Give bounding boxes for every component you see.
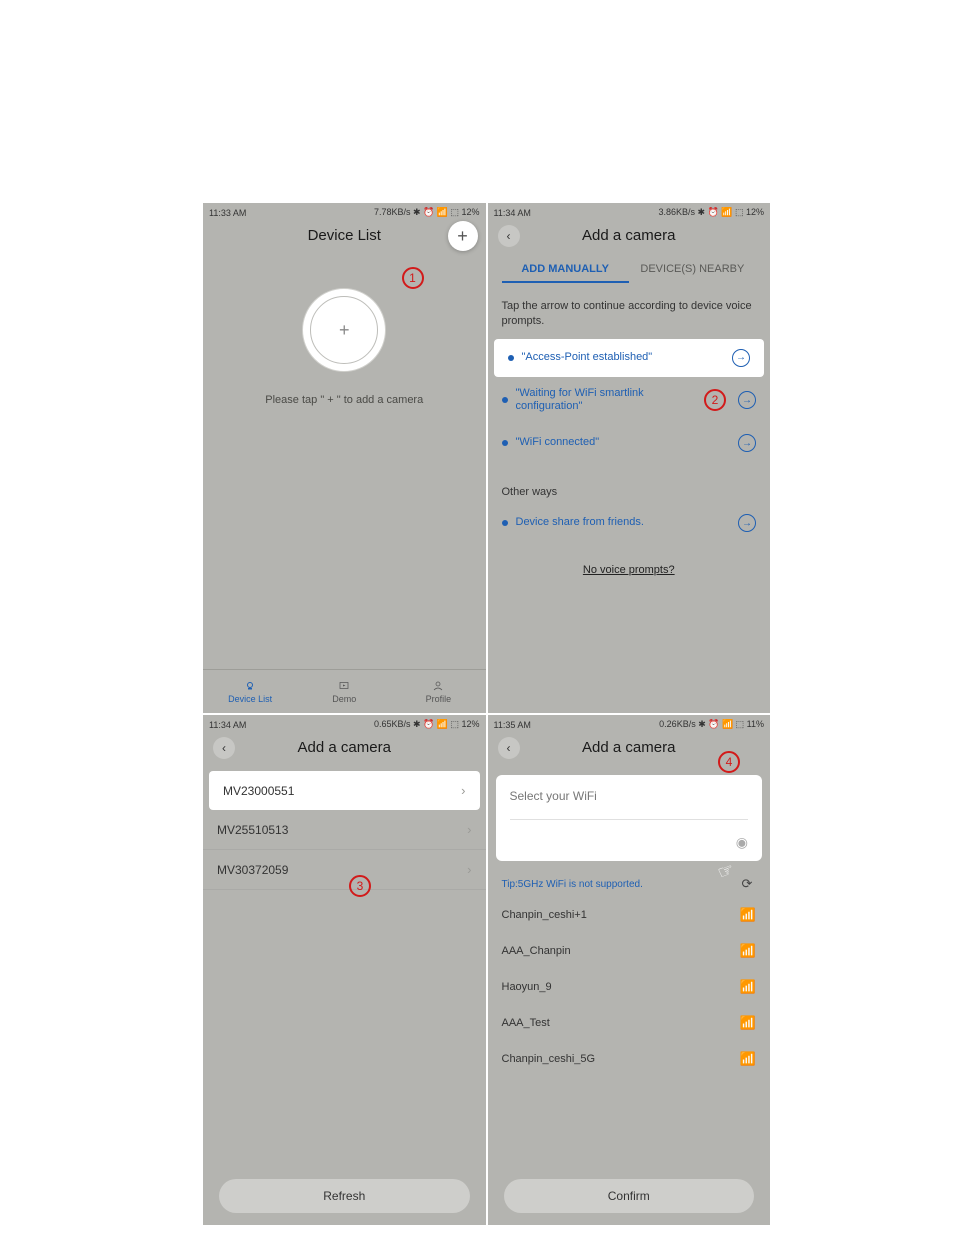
page-title: Add a camera [582,227,675,244]
page-title: Device List [308,227,381,244]
refresh-icon[interactable]: ⟳ [738,875,756,893]
device-row[interactable]: MV30372059 › [203,850,486,890]
wifi-ssid-input[interactable]: Select your WiFi [510,789,749,820]
instruction-text: Tap the arrow to continue according to d… [488,283,771,339]
wifi-network-row[interactable]: AAA_Test 📶 [488,1005,771,1041]
wifi-signal-icon: 📶 [740,907,756,923]
status-time: 11:33 AM [209,208,246,218]
panel-add-camera-options: 11:34 AM 3.86KB/s ✱ ⏰ 📶 ⬚ 12% ‹ Add a ca… [488,203,771,713]
profile-icon [431,680,445,692]
back-button[interactable]: ‹ [498,225,520,247]
bullet-icon [502,440,508,446]
wifi-network-row[interactable]: Chanpin_ceshi_5G 📶 [488,1041,771,1077]
hand-pointer-icon: ☞ [715,859,737,884]
nav-device-list[interactable]: Device List [203,670,297,713]
device-id: MV25510513 [217,823,288,837]
header: ‹ Add a camera [203,731,486,765]
no-voice-prompts-link[interactable]: No voice prompts? [488,564,771,576]
annotation-1: 1 [402,267,424,289]
status-right: 0.26KB/s ✱ ⏰ 📶 ⬚ 11% [659,719,764,730]
nav-profile[interactable]: Profile [391,670,485,713]
bullet-icon [508,355,514,361]
device-row[interactable]: MV25510513 › [203,810,486,850]
device-id: MV30372059 [217,863,288,877]
panel-device-select: 11:34 AM 0.65KB/s ✱ ⏰ 📶 ⬚ 12% ‹ Add a ca… [203,715,486,1225]
arrow-right-icon[interactable]: → [732,349,750,367]
tip-text: Tip:5GHz WiFi is not supported. [502,879,643,890]
annotation-3: 3 [349,875,371,897]
page-title: Add a camera [298,739,391,756]
option-smartlink[interactable]: "Waiting for WiFi smartlink configuratio… [488,377,771,425]
option-label: "WiFi connected" [516,436,731,450]
header: Device List + [203,219,486,253]
wifi-ssid: Chanpin_ceshi_5G [502,1053,596,1065]
arrow-right-icon[interactable]: → [738,434,756,452]
wifi-network-row[interactable]: Haoyun_9 📶 [488,969,771,1005]
panel-wifi-select: 11:35 AM 0.26KB/s ✱ ⏰ 📶 ⬚ 11% ‹ Add a ca… [488,715,771,1225]
wifi-signal-icon: 📶 [740,943,756,959]
wifi-network-row[interactable]: Chanpin_ceshi+1 📶 [488,897,771,933]
password-visibility-toggle[interactable]: ◉ [510,834,749,851]
other-ways-header: Other ways [488,472,771,504]
tab-bar: ADD MANUALLY DEVICE(S) NEARBY [488,257,771,283]
status-right: 0.65KB/s ✱ ⏰ 📶 ⬚ 12% [374,719,480,730]
bullet-icon [502,520,508,526]
annotation-2: 2 [704,389,726,411]
header: ‹ Add a camera [488,219,771,253]
arrow-right-icon[interactable]: → [738,514,756,532]
nav-demo[interactable]: Demo [297,670,391,713]
option-access-point[interactable]: "Access-Point established" → [494,339,765,377]
tab-devices-nearby[interactable]: DEVICE(S) NEARBY [629,257,756,283]
wifi-signal-icon: 📶 [740,1051,756,1067]
refresh-button[interactable]: Refresh [219,1179,470,1213]
add-device-button[interactable]: + [448,221,478,251]
wifi-input-card: Select your WiFi ◉ [496,775,763,861]
wifi-signal-icon: 📶 [740,979,756,995]
status-bar: 11:33 AM 7.78KB/s ✱ ⏰ 📶 ⬚ 12% [203,203,486,219]
camera-icon [243,680,257,692]
status-bar: 11:34 AM 3.86KB/s ✱ ⏰ 📶 ⬚ 12% [488,203,771,219]
tab-add-manually[interactable]: ADD MANUALLY [502,257,629,283]
wifi-signal-icon: 📶 [740,1015,756,1031]
play-icon [337,680,351,692]
bottom-nav: Device List Demo Profile [203,669,486,713]
option-label: "Access-Point established" [522,351,725,365]
empty-state-hint: Please tap " + " to add a camera [203,394,486,406]
plus-icon: + [310,296,378,364]
wifi-ssid: AAA_Chanpin [502,945,571,957]
page-title: Add a camera [582,739,675,756]
status-time: 11:34 AM [209,720,246,730]
confirm-button[interactable]: Confirm [504,1179,755,1213]
bullet-icon [502,397,508,403]
chevron-right-icon: › [461,783,465,798]
status-time: 11:34 AM [494,208,531,218]
arrow-right-icon[interactable]: → [738,391,756,409]
wifi-network-row[interactable]: AAA_Chanpin 📶 [488,933,771,969]
tip-row: Tip:5GHz WiFi is not supported. ☞ ⟳ [488,867,771,897]
option-device-share[interactable]: Device share from friends. → [488,504,771,542]
back-button[interactable]: ‹ [498,737,520,759]
option-label: Device share from friends. [516,516,731,530]
status-right: 7.78KB/s ✱ ⏰ 📶 ⬚ 12% [374,207,480,218]
status-bar: 11:35 AM 0.26KB/s ✱ ⏰ 📶 ⬚ 11% [488,715,771,731]
chevron-right-icon: › [467,862,471,877]
device-row[interactable]: MV23000551 › [209,771,480,810]
wifi-ssid: Chanpin_ceshi+1 [502,909,587,921]
eye-icon: ◉ [736,834,748,851]
option-label: "Waiting for WiFi smartlink configuratio… [516,387,697,415]
status-right: 3.86KB/s ✱ ⏰ 📶 ⬚ 12% [659,207,765,218]
back-button[interactable]: ‹ [213,737,235,759]
option-wifi-connected[interactable]: "WiFi connected" → [488,424,771,462]
wifi-ssid: Haoyun_9 [502,981,552,993]
wifi-ssid: AAA_Test [502,1017,550,1029]
status-bar: 11:34 AM 0.65KB/s ✱ ⏰ 📶 ⬚ 12% [203,715,486,731]
chevron-right-icon: › [467,822,471,837]
status-time: 11:35 AM [494,720,531,730]
empty-state-add-circle[interactable]: + [302,288,386,372]
panel-device-list: 11:33 AM 7.78KB/s ✱ ⏰ 📶 ⬚ 12% Device Lis… [203,203,486,713]
annotation-4: 4 [718,751,740,773]
device-id: MV23000551 [223,784,294,798]
